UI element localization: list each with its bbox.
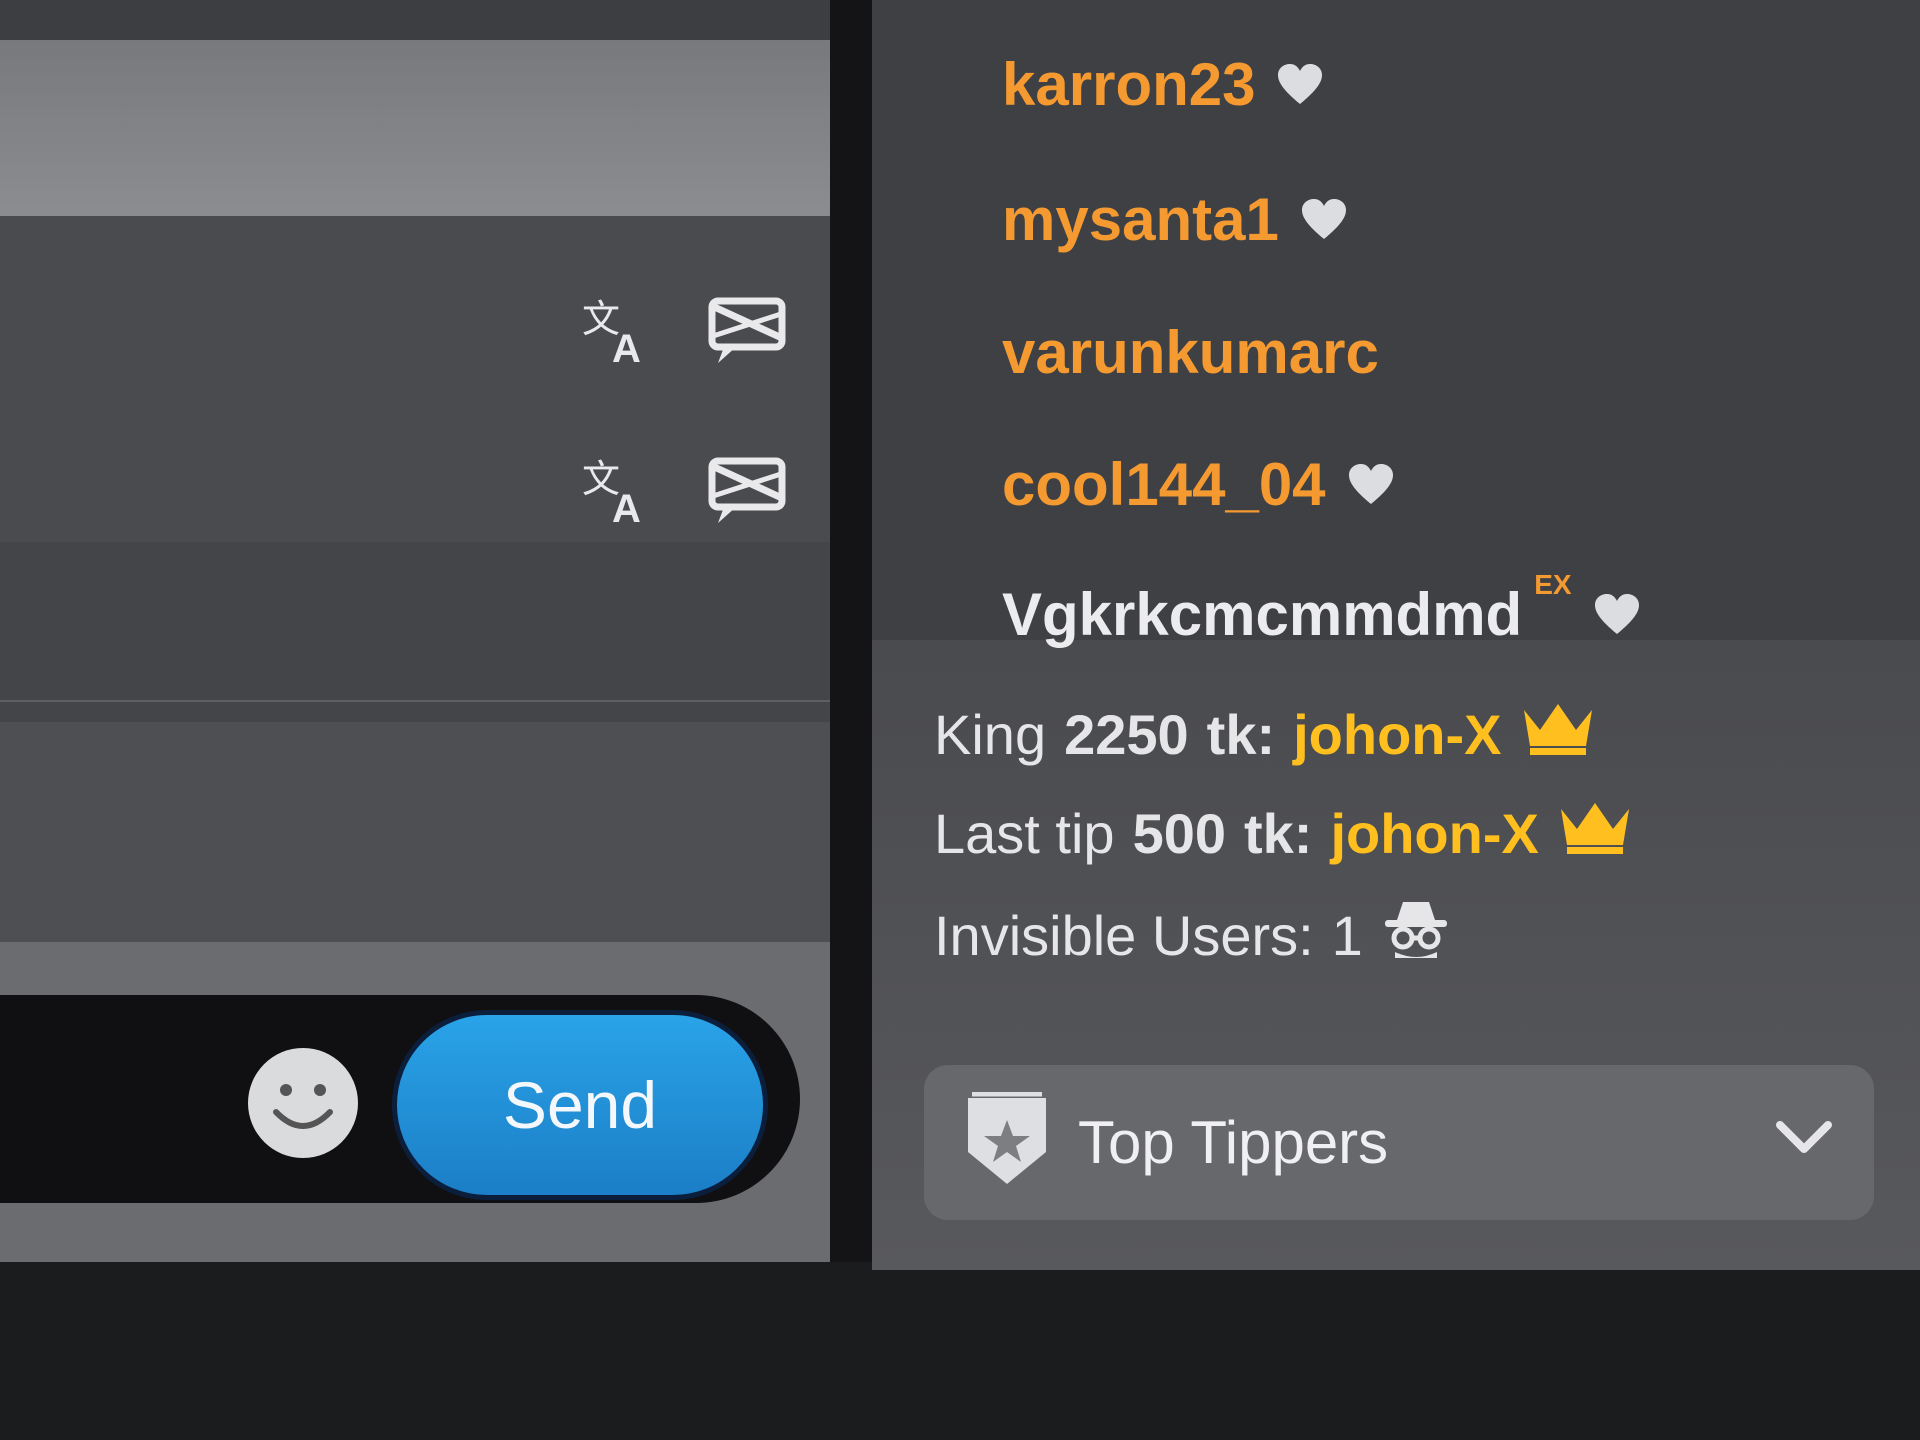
invisible-label: Invisible Users:: [934, 904, 1314, 967]
message-actions: 文 A: [578, 450, 790, 530]
smiley-icon[interactable]: [248, 1048, 358, 1158]
heart-icon: [1277, 63, 1323, 106]
chat-panel: 文 A 文 A Send: [0, 0, 830, 1262]
last-tip-label: Last tip: [934, 802, 1115, 865]
last-tip-amount: 500: [1132, 802, 1226, 865]
king-stat: King 2250 tk: johon-X: [934, 700, 1633, 769]
top-tippers-label: Top Tippers: [1078, 1109, 1389, 1176]
user-name: mysanta1: [1002, 186, 1279, 253]
heart-icon: [1594, 593, 1640, 636]
list-item[interactable]: varunkumarc: [1002, 318, 1379, 387]
list-item[interactable]: mysanta1: [1002, 185, 1347, 254]
message-actions: 文 A: [578, 290, 790, 370]
translate-icon[interactable]: 文 A: [578, 290, 658, 370]
last-tip-user[interactable]: johon-X: [1330, 801, 1538, 866]
panel-separator: [830, 0, 872, 1262]
hide-message-icon[interactable]: [706, 293, 790, 367]
list-item[interactable]: karron23: [1002, 50, 1323, 119]
user-name: varunkumarc: [1002, 319, 1379, 386]
top-tippers-dropdown[interactable]: Top Tippers: [924, 1065, 1874, 1220]
heart-icon: [1348, 463, 1394, 506]
spy-icon: [1381, 898, 1451, 973]
king-unit: tk:: [1206, 703, 1276, 766]
list-item[interactable]: cool144_04: [1002, 450, 1394, 519]
last-tip-stat: Last tip 500 tk: johon-X: [934, 799, 1633, 868]
last-tip-unit: tk:: [1244, 802, 1313, 865]
chat-divider: [0, 700, 830, 702]
user-name: cool144_04: [1002, 451, 1326, 518]
king-user[interactable]: johon-X: [1293, 702, 1501, 767]
hide-message-icon[interactable]: [706, 453, 790, 527]
crown-icon: [1520, 700, 1596, 769]
crown-icon: [1557, 799, 1633, 868]
user-badge: EX: [1534, 568, 1572, 600]
invisible-users-stat: Invisible Users: 1: [934, 898, 1633, 973]
chat-message: [0, 542, 830, 722]
chevron-down-icon[interactable]: [1774, 1117, 1834, 1162]
user-name: karron23: [1002, 51, 1256, 118]
heart-icon: [1301, 198, 1347, 241]
user-sidebar: karron23 mysanta1 varunkumarc cool144_04…: [872, 0, 1920, 1270]
svg-text:A: A: [612, 487, 641, 530]
room-stats: King 2250 tk: johon-X Last tip 500 tk: j…: [934, 700, 1633, 1003]
user-name: Vgkrkcmcmmdmd: [1002, 581, 1523, 648]
list-item[interactable]: Vgkrkcmcmmdmd EX: [1002, 569, 1640, 649]
king-amount: 2250: [1064, 703, 1189, 766]
send-button[interactable]: Send: [392, 1010, 768, 1200]
chat-top-strip: [0, 0, 830, 40]
chat-message: [0, 722, 830, 942]
user-list: karron23 mysanta1 varunkumarc cool144_04…: [872, 0, 1920, 648]
svg-text:A: A: [612, 327, 641, 370]
king-label: King: [934, 703, 1047, 766]
translate-icon[interactable]: 文 A: [578, 450, 658, 530]
shield-star-icon: [964, 1091, 1050, 1193]
invisible-count: 1: [1331, 904, 1363, 967]
